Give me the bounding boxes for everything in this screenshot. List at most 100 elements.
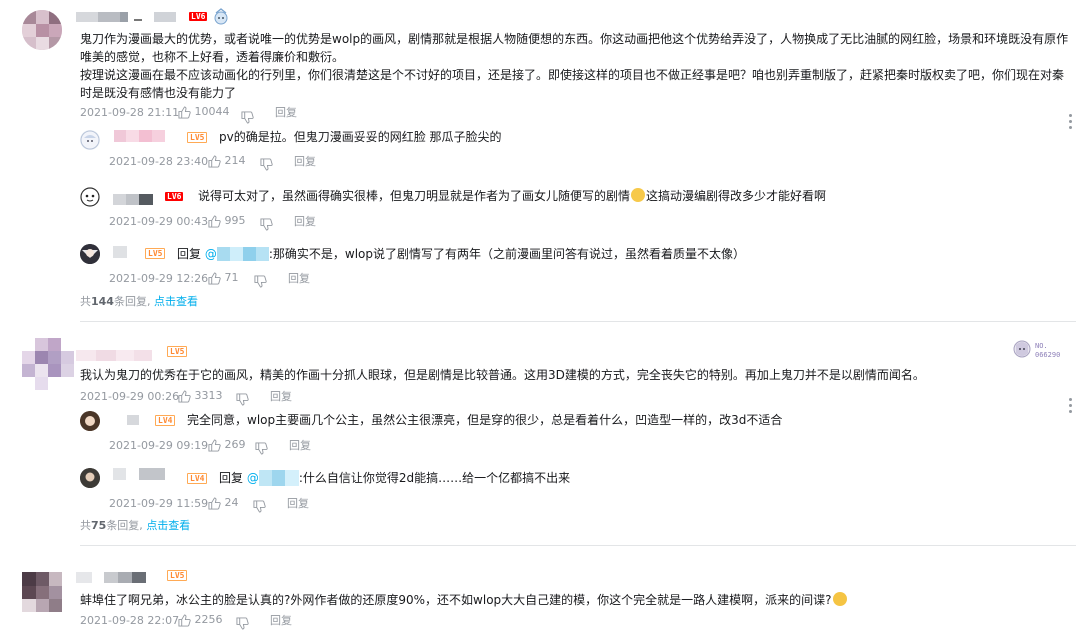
level-badge: LV5 — [187, 132, 208, 143]
like-button[interactable]: 3313 — [178, 389, 223, 403]
level-badge: LV5 — [145, 248, 166, 259]
emoji-icon — [832, 592, 847, 606]
thumbs-up-icon — [178, 389, 191, 403]
comment-divider — [80, 545, 1076, 546]
reply-text: pv的确是拉。但鬼刀漫画妥妥的网红脸 那瓜子脸尖的 — [219, 130, 502, 144]
reply-avatar[interactable] — [80, 411, 100, 431]
thumbs-up-icon — [178, 105, 191, 119]
comment-text: 我认为鬼刀的优秀在于它的画风，精美的作画十分抓人眼球，但是剧情是比较普通。这用3… — [80, 368, 925, 382]
comment-time: 2021-09-28 22:07 — [80, 614, 180, 627]
more-options-icon[interactable] — [1069, 114, 1072, 132]
mention-pixelated — [216, 247, 269, 261]
emoji-icon — [631, 188, 646, 202]
reply-text: 说得可太对了，虽然画得确实很棒，但鬼刀明显就是作者为了画女儿随便写的剧情 这搞动漫… — [198, 188, 827, 203]
dislike-button[interactable] — [254, 273, 267, 292]
comment-time: 2021-09-28 21:11 — [80, 106, 180, 119]
reply-button[interactable]: 回复 — [294, 155, 316, 169]
thumbs-up-icon — [208, 438, 221, 452]
comment-divider — [80, 321, 1076, 322]
like-button[interactable]: 269 — [208, 438, 246, 452]
reply-avatar[interactable] — [80, 468, 100, 488]
reply-time: 2021-09-29 09:19 — [109, 439, 209, 452]
reply-username-pixelated[interactable] — [127, 415, 139, 425]
thumbs-up-icon — [208, 154, 221, 168]
decoration-icon — [212, 8, 230, 26]
like-button[interactable]: 2256 — [178, 613, 223, 627]
level-badge: LV5 — [167, 570, 188, 581]
reply-button[interactable]: 回复 — [288, 272, 310, 286]
view-all-replies-link[interactable]: 点击查看 — [146, 519, 190, 532]
comment-time: 2021-09-29 00:26 — [80, 390, 180, 403]
like-count: 24 — [224, 496, 239, 509]
thumbs-down-icon — [255, 442, 268, 455]
reply-button[interactable]: 回复 — [294, 215, 316, 229]
level-badge: LV6 — [165, 192, 184, 201]
dislike-button[interactable] — [260, 216, 273, 235]
username-pixelated[interactable] — [76, 572, 152, 583]
reply-username-pixelated[interactable] — [113, 194, 153, 205]
thumbs-down-icon — [260, 218, 273, 231]
thumbs-down-icon — [254, 275, 267, 288]
dislike-button[interactable] — [253, 498, 266, 517]
view-all-replies-link[interactable]: 点击查看 — [154, 295, 198, 308]
reply-button[interactable]: 回复 — [275, 106, 297, 120]
reply-text: 完全同意，wlop主要画几个公主，虽然公主很漂亮，但是穿的很少，总是看着什么，凹… — [187, 413, 783, 427]
like-count: 214 — [224, 154, 246, 167]
reply-time: 2021-09-29 12:26 — [109, 272, 209, 285]
reply-avatar[interactable] — [80, 187, 100, 207]
level-badge: LV4 — [155, 415, 176, 426]
reply-count-summary: 共75条回复, 点击查看 — [80, 519, 191, 532]
thumbs-up-icon — [178, 613, 191, 627]
reply-text: 回复 @:那确实不是，wlop说了剧情写了有两年（之前漫画里问答有说过，虽然看着… — [177, 247, 745, 261]
comment-text: 蚌埠住了啊兄弟，冰公主的脸是认真的?外网作者做的还原度90%，还不如wlop大大… — [80, 591, 847, 609]
dislike-button[interactable] — [236, 391, 249, 410]
user-avatar[interactable] — [22, 572, 62, 612]
fan-medal-icon — [1013, 340, 1031, 358]
comment-meta: 2021-09-28 21:11 — [80, 106, 179, 120]
more-options-icon[interactable] — [1069, 398, 1072, 416]
dislike-button[interactable] — [260, 156, 273, 175]
reply-username-pixelated[interactable] — [114, 130, 166, 142]
dislike-button[interactable] — [255, 440, 268, 459]
mention-pixelated — [258, 470, 299, 486]
level-badge: LV6 — [189, 12, 208, 21]
dislike-button[interactable] — [241, 107, 254, 126]
like-button[interactable]: 10044 — [178, 105, 230, 119]
thumbs-down-icon — [253, 500, 266, 513]
thumbs-up-icon — [208, 214, 221, 228]
like-button[interactable]: 995 — [208, 214, 246, 228]
username-pixelated[interactable] — [76, 12, 186, 22]
reply-time: 2021-09-28 23:40 — [109, 155, 209, 168]
like-button[interactable]: 214 — [208, 154, 246, 168]
reply-username-pixelated[interactable] — [113, 468, 165, 480]
thumbs-up-icon — [208, 271, 221, 285]
reply-button[interactable]: 回复 — [270, 614, 292, 628]
username-pixelated[interactable] — [76, 350, 152, 361]
reply-avatar[interactable] — [80, 244, 100, 264]
like-count: 2256 — [194, 613, 223, 626]
dislike-button[interactable] — [236, 615, 249, 634]
level-badge: LV4 — [187, 473, 208, 484]
reply-button[interactable]: 回复 — [287, 497, 309, 511]
reply-count-summary: 共144条回复, 点击查看 — [80, 295, 198, 308]
thumbs-down-icon — [241, 111, 254, 124]
reply-button[interactable]: 回复 — [289, 439, 311, 453]
fan-badge: NO. 066290 — [1012, 339, 1076, 363]
mention-link[interactable]: @ — [205, 247, 269, 261]
thumbs-down-icon — [236, 393, 249, 406]
like-button[interactable]: 71 — [208, 271, 239, 285]
level-badge: LV5 — [167, 346, 188, 357]
thumbs-down-icon — [236, 617, 249, 630]
reply-time: 2021-09-29 11:59 — [109, 497, 209, 510]
reply-button[interactable]: 回复 — [270, 390, 292, 404]
user-avatar[interactable] — [22, 10, 62, 50]
like-button[interactable]: 24 — [208, 496, 239, 510]
reply-avatar[interactable] — [80, 130, 100, 150]
like-count: 3313 — [194, 389, 223, 402]
reply-username-pixelated[interactable] — [113, 246, 127, 258]
like-count: 71 — [224, 271, 239, 284]
reply-time: 2021-09-29 00:43 — [109, 215, 209, 228]
like-count: 269 — [224, 438, 246, 451]
mention-link[interactable]: @ — [247, 470, 299, 486]
user-avatar[interactable] — [22, 338, 74, 390]
